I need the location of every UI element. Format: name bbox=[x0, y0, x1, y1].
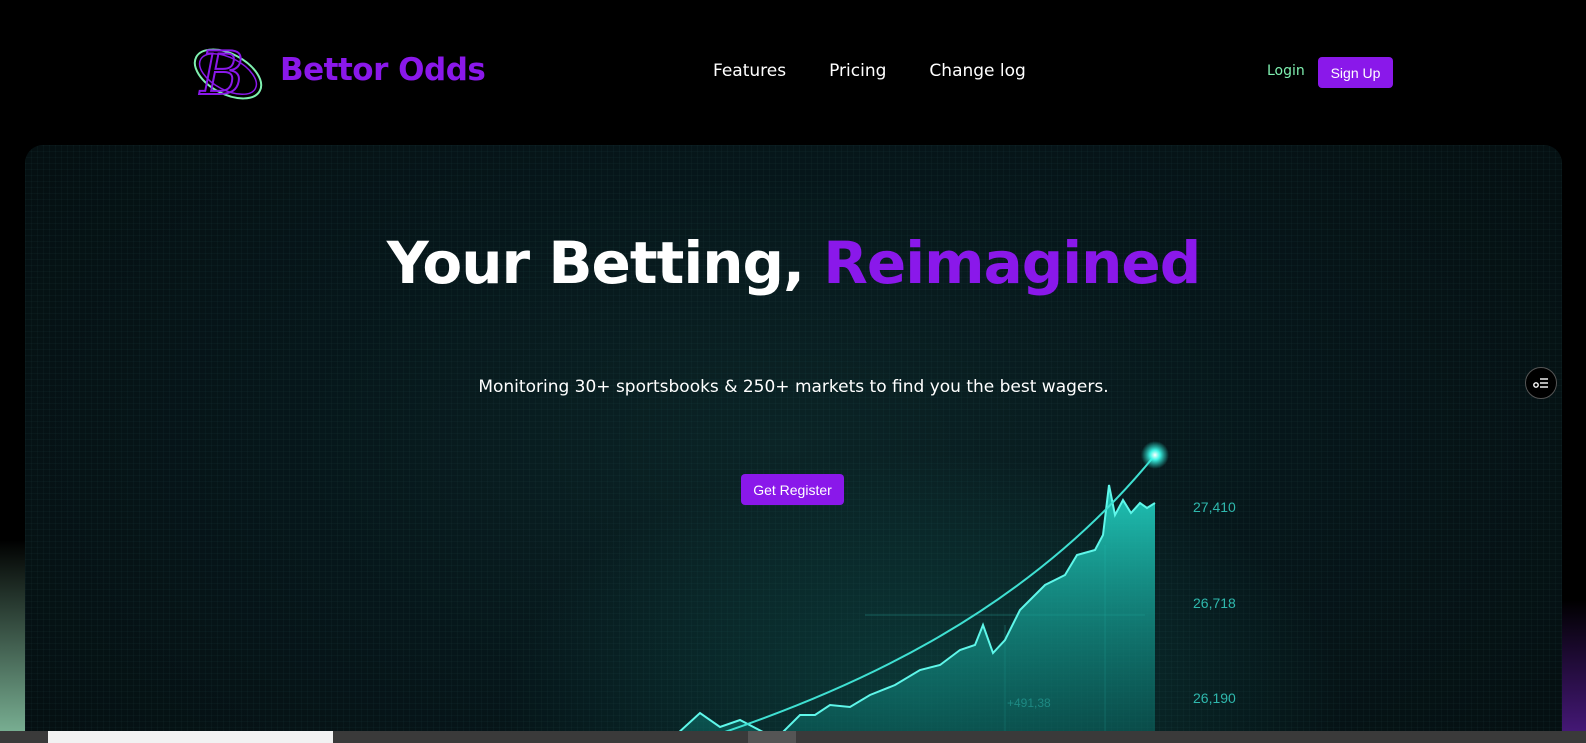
chart-label-bottom: 26,190 bbox=[1193, 690, 1236, 706]
nav-features[interactable]: Features bbox=[713, 61, 786, 81]
svg-text:B: B bbox=[199, 39, 244, 104]
settings-list-button[interactable] bbox=[1525, 367, 1557, 399]
brand-name[interactable]: Bettor Odds bbox=[280, 52, 486, 88]
settings-list-icon bbox=[1533, 378, 1548, 388]
hero-title-accent: Reimagined bbox=[823, 229, 1201, 297]
right-edge-glow bbox=[1562, 600, 1586, 743]
main-nav: Features Pricing Change log bbox=[713, 61, 1026, 81]
hero-section: 27,410 26,718 26,190 +491,38 Your Bettin… bbox=[25, 145, 1562, 743]
chart-annotation: +491,38 bbox=[1007, 696, 1051, 710]
chart-end-dot bbox=[1141, 441, 1169, 469]
hero-title: Your Betting, Reimagined bbox=[25, 229, 1562, 297]
hero-growth-chart: 27,410 26,718 26,190 +491,38 bbox=[665, 441, 1236, 743]
login-link[interactable]: Login bbox=[1267, 63, 1305, 79]
site-header: B Bettor Odds Features Pricing Change lo… bbox=[0, 0, 1586, 140]
bottom-dark-segment bbox=[748, 731, 796, 743]
nav-change-log[interactable]: Change log bbox=[929, 61, 1025, 81]
signup-button[interactable]: Sign Up bbox=[1318, 57, 1393, 88]
nav-pricing[interactable]: Pricing bbox=[829, 61, 886, 81]
left-edge-glow bbox=[0, 540, 25, 743]
hero-subtitle: Monitoring 30+ sportsbooks & 250+ market… bbox=[478, 377, 1109, 397]
bottom-tab-preview[interactable] bbox=[48, 731, 333, 743]
get-register-button[interactable]: Get Register bbox=[741, 474, 844, 505]
chart-label-mid: 26,718 bbox=[1193, 595, 1236, 611]
bettor-odds-logo-icon[interactable]: B bbox=[190, 32, 270, 104]
hero-title-main: Your Betting, bbox=[386, 229, 805, 297]
chart-area bbox=[667, 485, 1155, 743]
chart-label-top: 27,410 bbox=[1193, 499, 1236, 515]
